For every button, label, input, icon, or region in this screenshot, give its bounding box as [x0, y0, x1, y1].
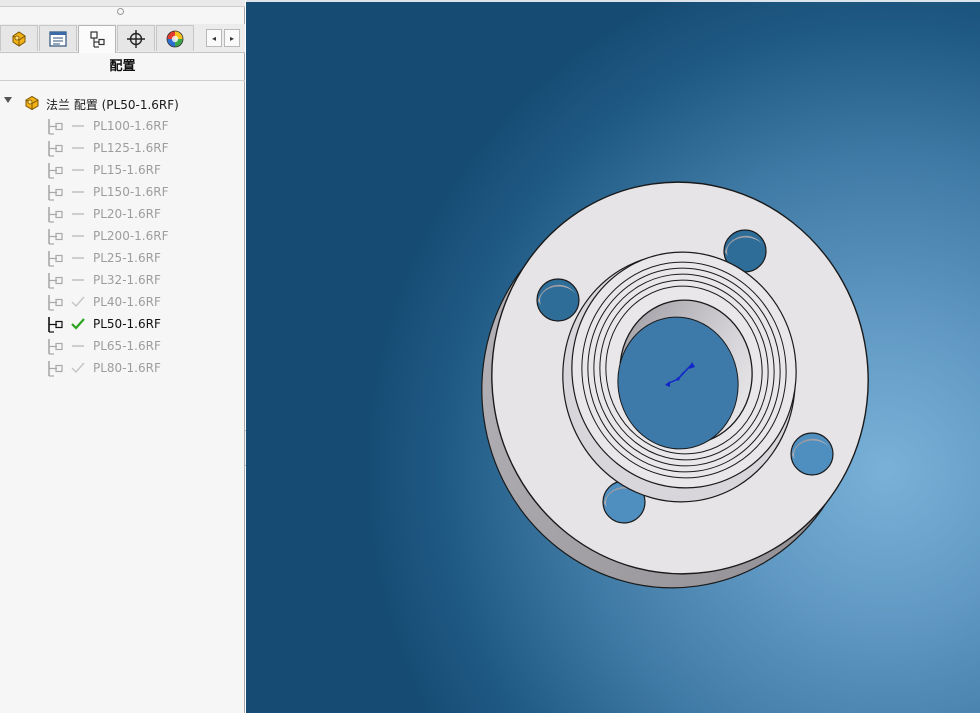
- inactive-dash-icon: [72, 279, 84, 281]
- configuration-label: PL100-1.6RF: [93, 119, 169, 133]
- inactive-dash-icon: [72, 257, 84, 259]
- configuration-node-icon: [48, 295, 63, 311]
- manager-tab-bar: ◂ ▸: [0, 24, 245, 53]
- flange-3d-model[interactable]: [246, 0, 980, 713]
- configuration-label: PL150-1.6RF: [93, 185, 169, 199]
- tree-root-label: 法兰 配置 (PL50-1.6RF): [46, 98, 179, 112]
- property-list-icon: [49, 30, 67, 47]
- tab-scroll-left-button[interactable]: ◂: [206, 29, 222, 47]
- configuration-item[interactable]: PL125-1.6RF: [0, 137, 245, 159]
- appearance-sphere-icon: [166, 30, 184, 47]
- configuration-item[interactable]: PL20-1.6RF: [0, 203, 245, 225]
- bolt-hole: [790, 432, 834, 476]
- graphics-viewport[interactable]: [246, 0, 980, 713]
- configuration-label: PL65-1.6RF: [93, 339, 161, 353]
- display-manager-tab[interactable]: [156, 25, 194, 51]
- configuration-label: PL200-1.6RF: [93, 229, 169, 243]
- configuration-item[interactable]: PL80-1.6RF: [0, 357, 245, 379]
- configuration-item[interactable]: PL40-1.6RF: [0, 291, 245, 313]
- configuration-item[interactable]: PL150-1.6RF: [0, 181, 245, 203]
- inactive-dash-icon: [72, 169, 84, 171]
- configuration-node-icon: [48, 251, 63, 267]
- configuration-item[interactable]: PL25-1.6RF: [0, 247, 245, 269]
- dimxpert-manager-tab[interactable]: [117, 25, 155, 51]
- configuration-manager-panel: ◂ ▸ 配置 法兰 配置 (PL50-1.6RF) PL100-1.6RF PL…: [0, 0, 245, 713]
- configuration-item[interactable]: PL200-1.6RF: [0, 225, 245, 247]
- tree-root-node[interactable]: 法兰 配置 (PL50-1.6RF): [0, 92, 245, 114]
- configuration-node-icon: [48, 207, 63, 223]
- feature-manager-tab[interactable]: [0, 25, 38, 51]
- property-manager-tab[interactable]: [39, 25, 77, 51]
- tab-scroll-right-button[interactable]: ▸: [224, 29, 240, 47]
- panel-title: 配置: [0, 56, 245, 81]
- configuration-node-icon: [48, 141, 63, 157]
- inactive-dash-icon: [72, 147, 84, 149]
- inactive-dash-icon: [72, 191, 84, 193]
- part-configuration-icon: [25, 95, 39, 111]
- configuration-item[interactable]: PL100-1.6RF: [0, 115, 245, 137]
- configuration-label: PL40-1.6RF: [93, 295, 161, 309]
- configuration-item[interactable]: PL32-1.6RF: [0, 269, 245, 291]
- panel-collapse-handle[interactable]: [117, 8, 124, 15]
- configuration-node-icon: [48, 339, 63, 355]
- configuration-label: PL20-1.6RF: [93, 207, 161, 221]
- crosshair-icon: [127, 29, 145, 48]
- inactive-dash-icon: [72, 345, 84, 347]
- top-strip: [0, 0, 245, 7]
- inactive-dash-icon: [72, 235, 84, 237]
- configuration-node-icon: [48, 119, 63, 135]
- configuration-label: PL15-1.6RF: [93, 163, 161, 177]
- configuration-node-icon: [48, 317, 63, 333]
- configuration-node-icon: [48, 361, 63, 377]
- feature-tree-icon: [12, 30, 26, 47]
- configuration-manager-tab[interactable]: [78, 25, 116, 53]
- configuration-item[interactable]: PL65-1.6RF: [0, 335, 245, 357]
- configuration-node-icon: [48, 229, 63, 245]
- configuration-label: PL125-1.6RF: [93, 141, 169, 155]
- bolt-hole: [536, 278, 580, 322]
- configuration-node-icon: [48, 163, 63, 179]
- active-check-icon: [71, 318, 85, 330]
- inactive-dash-icon: [72, 125, 84, 127]
- expand-arrow-icon[interactable]: [4, 97, 12, 103]
- check-icon: [71, 362, 85, 374]
- configuration-node-icon: [48, 185, 63, 201]
- configuration-label: PL32-1.6RF: [93, 273, 161, 287]
- check-icon: [71, 296, 85, 308]
- configuration-label: PL25-1.6RF: [93, 251, 161, 265]
- inactive-dash-icon: [72, 213, 84, 215]
- configuration-item[interactable]: PL50-1.6RF: [0, 313, 245, 335]
- configuration-node-icon: [48, 273, 63, 289]
- app-window: ◂ ▸ 配置 法兰 配置 (PL50-1.6RF) PL100-1.6RF PL…: [0, 0, 980, 713]
- configuration-icon: [90, 30, 105, 48]
- configuration-label: PL50-1.6RF: [93, 317, 161, 331]
- configuration-label: PL80-1.6RF: [93, 361, 161, 375]
- configuration-item[interactable]: PL15-1.6RF: [0, 159, 245, 181]
